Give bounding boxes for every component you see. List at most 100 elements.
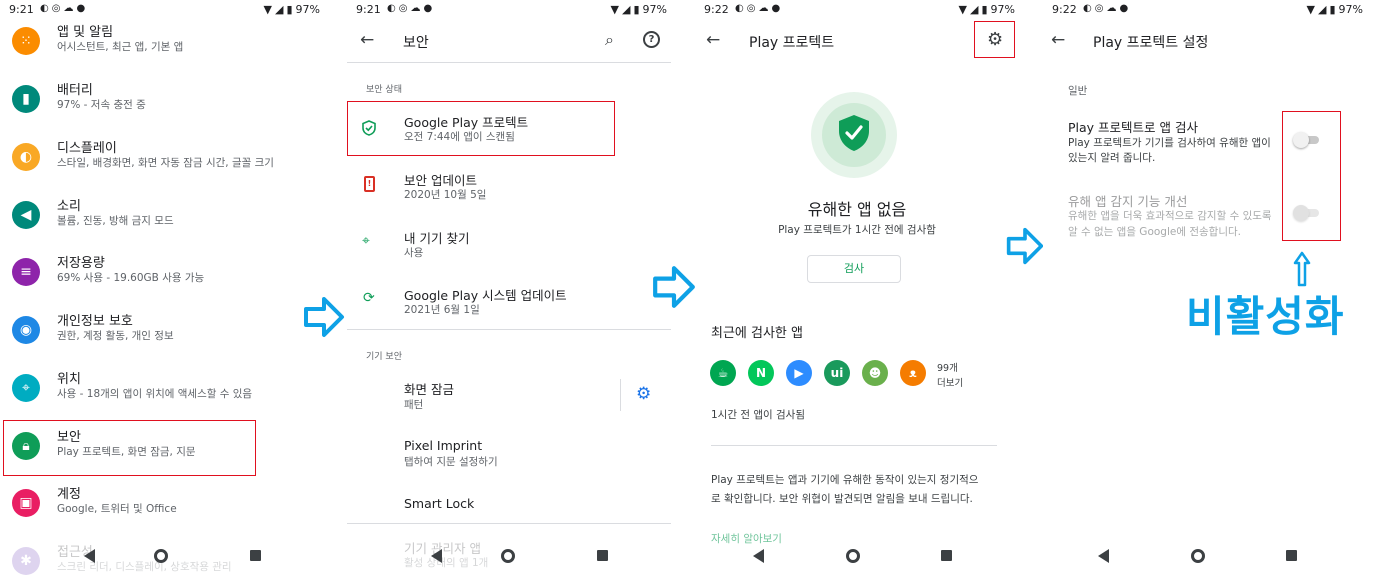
app-icon-naver[interactable]: N [748, 360, 774, 386]
nav-home-button[interactable] [154, 549, 168, 563]
settings-item-subtitle: 97% - 저속 충전 중 [57, 99, 146, 111]
highlight-box-security [3, 420, 256, 476]
navigation-bar [695, 536, 1019, 576]
gear-icon[interactable]: ⚙ [636, 384, 651, 404]
settings-item-title: 개인정보 보호 [57, 314, 133, 329]
battery-percent: 97% [642, 3, 667, 16]
item-subtitle: 사용 [404, 247, 424, 259]
divider [347, 329, 671, 330]
status-right: ▼ ◢ ▮ 97% [608, 3, 667, 16]
nav-home-button[interactable] [846, 549, 860, 563]
eye-icon: ◉ [12, 316, 40, 344]
notification-icons: ◐◎☁● [1083, 3, 1132, 14]
divider [620, 379, 621, 411]
right-arrow-icon [304, 297, 344, 337]
right-arrow-icon [653, 266, 695, 308]
back-arrow-icon[interactable]: ← [1051, 30, 1065, 50]
settings-item-battery[interactable]: ▮ 배터리 97% - 저속 충전 중 [0, 73, 324, 129]
settings-item-accounts[interactable]: ▣ 계정 Google, 트위터 및 Office [0, 477, 324, 533]
phone-alert-icon: ! [364, 176, 375, 192]
battery-percent: 97% [1338, 3, 1363, 16]
back-arrow-icon[interactable]: ← [706, 30, 720, 50]
settings-item-title: 계정 [57, 487, 81, 502]
play-protect-settings-screen: 9:22 ◐◎☁● ▼ ◢ ▮ 97% ← Play 프로텍트 설정 일반 Play … [1043, 0, 1367, 576]
scan-button[interactable]: 검사 [807, 255, 901, 283]
notification-icons: ◐◎☁● [735, 3, 784, 14]
settings-item-subtitle: 볼륨, 진동, 방해 금지 모드 [57, 215, 174, 227]
battery-icon: ▮ [633, 3, 640, 16]
storage-icon: ≡ [12, 258, 40, 286]
item-subtitle: 2021년 6월 1일 [404, 304, 480, 316]
section-header-general: 일반 [1068, 85, 1088, 97]
settings-item-title: 앱 및 알림 [57, 25, 114, 40]
page-title: Play 프로텍트 [749, 35, 835, 51]
settings-item-storage[interactable]: ≡ 저장용량 69% 사용 - 19.60GB 사용 가능 [0, 246, 324, 302]
highlight-box-settings [974, 21, 1015, 58]
battery-percent: 97% [990, 3, 1015, 16]
status-subtitle: Play 프로텍트가 1시간 전에 검사함 [778, 224, 936, 236]
settings-item-subtitle: Google, 트위터 및 Office [57, 503, 177, 515]
app-icon-starbucks[interactable]: ☕ [710, 360, 736, 386]
status-time: 9:22 [1052, 3, 1077, 16]
more-link[interactable]: 더보기 [937, 375, 963, 389]
recent-apps-title: 최근에 검사한 앱 [711, 326, 803, 341]
settings-item-title: 저장용량 [57, 256, 105, 271]
settings-item-subtitle: 어시스턴트, 최근 앱, 기본 앱 [57, 41, 184, 53]
item-subtitle: 탭하여 지문 설정하기 [404, 456, 498, 468]
status-right: ▼ ◢ ▮ 97% [1304, 3, 1363, 16]
settings-item-display[interactable]: ◐ 디스플레이 스타일, 배경화면, 화면 자동 잠금 시간, 글꼴 크기 [0, 131, 324, 187]
settings-item-sound[interactable]: ◀ 소리 볼륨, 진동, 방해 금지 모드 [0, 189, 324, 245]
settings-item-title: 배터리 [57, 83, 93, 98]
back-arrow-icon[interactable]: ← [360, 30, 374, 50]
nav-home-button[interactable] [501, 549, 515, 563]
brightness-icon: ◐ [12, 143, 40, 171]
navigation-bar [0, 536, 324, 576]
help-icon[interactable]: ? [643, 31, 660, 48]
nav-back-button[interactable] [431, 549, 442, 563]
signal-icon: ◢ [622, 3, 631, 16]
nav-recents-button[interactable] [250, 550, 261, 561]
annotation-label: 비활성화 [1186, 292, 1345, 341]
nav-recents-button[interactable] [597, 550, 608, 561]
app-icon-ui[interactable]: ui [824, 360, 850, 386]
battery-icon: ▮ [1329, 3, 1336, 16]
right-arrow-icon [1006, 227, 1044, 265]
nav-back-button[interactable] [84, 549, 95, 563]
option-title: Play 프로텍트로 앱 검사 [1068, 120, 1198, 135]
apps-grid-icon: ⁙ [12, 27, 40, 55]
settings-item-location[interactable]: ⌖ 위치 사용 - 18개의 앱이 위치에 액세스할 수 있음 [0, 362, 324, 418]
search-icon[interactable]: ⌕ [605, 30, 614, 50]
nav-home-button[interactable] [1191, 549, 1205, 563]
account-icon: ▣ [12, 489, 40, 517]
notification-icons: ◐◎☁● [40, 3, 89, 14]
nav-back-button[interactable] [1098, 549, 1109, 563]
page-title: Play 프로텍트 설정 [1093, 35, 1209, 51]
nav-back-button[interactable] [753, 549, 764, 563]
system-update-icon: ⟳ [363, 290, 375, 306]
settings-item-apps[interactable]: ⁙ 앱 및 알림 어시스턴트, 최근 앱, 기본 앱 [0, 15, 324, 71]
divider [711, 445, 997, 446]
highlight-box-play-protect [347, 101, 615, 156]
nav-recents-button[interactable] [941, 550, 952, 561]
app-icon-cat[interactable]: ᴥ [900, 360, 926, 386]
status-bar: 9:22 ◐◎☁● ▼ ◢ ▮ 97% [695, 0, 1019, 20]
option-desc-line-2: 알 수 없는 앱을 Google에 전송합니다. [1068, 226, 1241, 238]
app-icon-game[interactable]: ☻ [862, 360, 888, 386]
item-title: Smart Lock [404, 496, 475, 511]
status-time: 9:22 [704, 3, 729, 16]
up-arrow-icon [1293, 251, 1311, 287]
location-pin-icon: ⌖ [12, 374, 40, 402]
security-screen: 9:21 ◐◎☁● ▼ ◢ ▮ 97% ← 보안 ⌕ ? 보안 상태 Google P… [347, 0, 671, 576]
settings-item-subtitle: 사용 - 18개의 앱이 위치에 액세스할 수 있음 [57, 388, 253, 400]
nav-recents-button[interactable] [1286, 550, 1297, 561]
navigation-bar [1043, 536, 1367, 576]
settings-item-title: 위치 [57, 372, 81, 387]
highlight-box-toggles [1282, 111, 1341, 241]
settings-item-privacy[interactable]: ◉ 개인정보 보호 권한, 계정 활동, 개인 정보 [0, 304, 324, 360]
item-title: Pixel Imprint [404, 438, 483, 453]
status-title: 유해한 앱 없음 [807, 200, 907, 219]
app-icon-zoom[interactable]: ▶ [786, 360, 812, 386]
shield-check-icon [839, 115, 869, 151]
battery-icon: ▮ [981, 3, 988, 16]
status-bar: 9:22 ◐◎☁● ▼ ◢ ▮ 97% [1043, 0, 1367, 20]
